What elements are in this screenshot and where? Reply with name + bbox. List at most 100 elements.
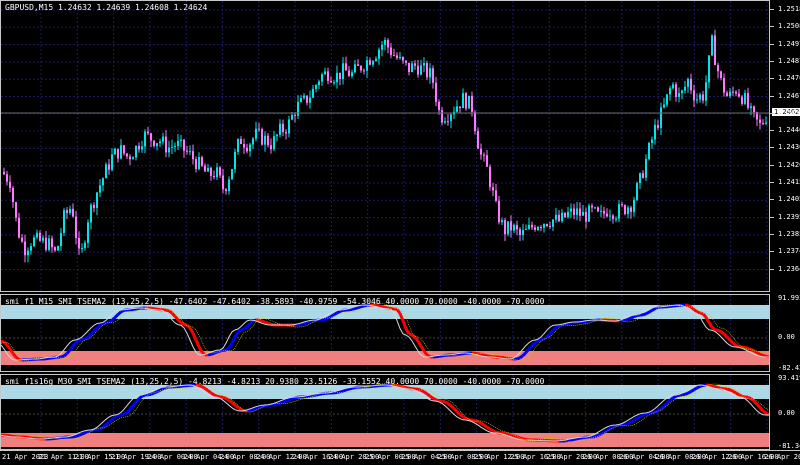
price-tick: [770, 78, 774, 79]
smi-main-line-segment: [259, 320, 262, 321]
smi-main-line-segment: [664, 403, 667, 406]
smi-main-line-segment: [685, 393, 688, 394]
smi-main-line-segment: [694, 388, 697, 390]
candle-body: [87, 222, 89, 242]
candle-body: [339, 73, 341, 79]
candle-body: [42, 238, 44, 241]
candle-body: [180, 140, 182, 141]
smi-main-line-segment: [121, 310, 124, 312]
candle-body: [762, 123, 764, 124]
smi-main-line-segment: [655, 307, 658, 308]
smi-indicator-plot-1: [1, 295, 770, 372]
smi-main-line-segment: [643, 314, 646, 315]
smi-main-line-segment: [208, 354, 211, 355]
smi-main-line-segment: [430, 396, 433, 398]
smi-main-line-segment: [97, 429, 100, 430]
candle-body: [723, 78, 725, 93]
candle-body: [315, 85, 317, 89]
candle-body: [369, 60, 371, 65]
indicator-pane-2[interactable]: smi f1s16g M30 SMI TSEMA2 (13,25,2,5) -4…: [0, 374, 770, 450]
price-tick: [770, 182, 774, 183]
indicator-1-title: smi f1 M15 SMI TSEMA2 (13,25,2,5) -47.64…: [5, 297, 544, 306]
candle-body: [186, 151, 188, 152]
smi-main-line-segment: [718, 388, 721, 389]
candle-body: [30, 246, 32, 251]
smi-main-line-segment: [112, 417, 115, 419]
smi-main-line-segment: [403, 321, 406, 329]
candle-body: [390, 47, 392, 55]
candle-body: [150, 133, 152, 140]
candle-body: [549, 226, 551, 227]
candle-body: [438, 102, 440, 110]
smi-main-line-segment: [202, 387, 205, 389]
smi-main-line-segment: [571, 439, 574, 440]
smi-main-line-segment: [235, 405, 238, 407]
price-tick-label: 1.24765: [778, 74, 800, 82]
smi-main-line-segment: [736, 345, 739, 346]
candle-body: [636, 183, 638, 200]
candle-body: [285, 132, 287, 133]
smi-main-line-segment: [82, 339, 85, 340]
smi-main-line-segment: [268, 323, 271, 324]
smi-main-line-segment: [196, 340, 199, 347]
candle-body: [342, 63, 344, 79]
candle-body: [654, 125, 656, 140]
candle-body: [195, 159, 197, 169]
candle-body: [708, 55, 710, 82]
candle-body: [570, 209, 572, 212]
smi-main-line-segment: [109, 419, 112, 422]
candle-body: [69, 209, 71, 213]
smi-main-line-segment: [508, 434, 511, 435]
smi-main-line-segment: [229, 343, 232, 348]
smi-main-line-segment: [742, 396, 745, 397]
candle-body: [243, 144, 245, 148]
indicator-pane-1[interactable]: smi f1 M15 SMI TSEMA2 (13,25,2,5) -47.64…: [0, 294, 770, 372]
candle-body: [699, 94, 701, 99]
price-tick: [770, 217, 774, 218]
smi-main-line-segment: [433, 398, 436, 400]
candle-body: [123, 145, 125, 153]
candle-body: [381, 45, 383, 50]
candle-body: [363, 70, 365, 71]
candle-body: [720, 71, 722, 78]
smi-main-line-segment: [250, 321, 253, 324]
candle-body: [201, 157, 203, 166]
price-tick: [770, 165, 774, 166]
price-tick: [770, 26, 774, 27]
smi-main-line-segment: [85, 337, 88, 339]
smi-main-line-segment: [763, 411, 766, 413]
smi-main-line-segment: [352, 309, 355, 310]
smi-main-line-segment: [574, 439, 577, 440]
candle-body: [249, 145, 251, 152]
smi-main-line-segment: [763, 355, 766, 356]
chart-symbol-header: GBPUSD,M15 1.24632 1.24639 1.24608 1.246…: [5, 3, 207, 12]
smi-main-line-segment: [709, 322, 712, 327]
smi-main-line-segment: [322, 319, 325, 320]
candle-body: [111, 154, 113, 169]
smi-main-line-segment: [739, 395, 742, 396]
smi-main-line-segment: [82, 433, 85, 434]
candle-body: [273, 136, 275, 149]
candle-body: [303, 96, 305, 98]
price-tick: [770, 130, 774, 131]
candle-body: [558, 215, 560, 221]
smi-main-line-segment: [112, 318, 115, 321]
candle-body: [747, 93, 749, 108]
smi-main-line-segment: [568, 324, 571, 325]
smi-main-line-segment: [637, 417, 640, 419]
candle-body: [312, 89, 314, 98]
smi-main-line-segment: [652, 309, 655, 311]
candle-body: [384, 40, 386, 45]
candle-body: [612, 215, 614, 219]
smi-main-line-segment: [493, 431, 496, 432]
candle-body: [63, 210, 65, 233]
time-axis[interactable]: 21 Apr 202321 Apr 11:0021 Apr 15:0021 Ap…: [0, 450, 800, 465]
smi-main-line-segment: [238, 330, 241, 332]
smi-main-line-segment: [478, 422, 481, 424]
price-axis[interactable]: [770, 0, 800, 450]
main-price-chart[interactable]: GBPUSD,M15 1.24632 1.24639 1.24608 1.246…: [0, 0, 770, 292]
candle-body: [663, 105, 665, 108]
candle-body: [735, 92, 737, 94]
candle-body: [522, 230, 524, 235]
smi-main-line-segment: [304, 323, 307, 324]
